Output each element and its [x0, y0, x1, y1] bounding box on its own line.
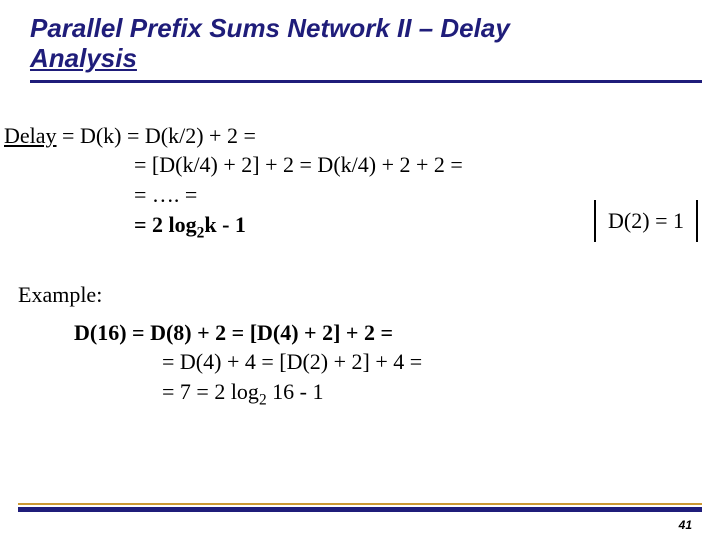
delay-line2: = [D(k/4) + 2] + 2 = D(k/4) + 2 + 2 = — [4, 150, 720, 180]
base-case-box: D(2) = 1 — [594, 200, 698, 242]
ex-l3b: 16 - 1 — [267, 379, 324, 404]
footer-thin-rule — [18, 503, 702, 505]
page-number: 41 — [679, 518, 692, 532]
slide-body: Delay = D(k) = D(k/2) + 2 = = [D(k/4) + … — [0, 83, 720, 412]
ex-l1: D(16) = D(8) + 2 = [D(4) + 2] + 2 = — [74, 320, 393, 345]
delay-l4a: = 2 log — [134, 212, 197, 237]
delay-l4b: k - 1 — [204, 212, 246, 237]
example-block: D(16) = D(8) + 2 = [D(4) + 2] + 2 = = D(… — [4, 318, 720, 412]
footer-rules — [18, 503, 702, 512]
ex-l3a: = 7 = 2 log — [162, 379, 259, 404]
slide-title: Parallel Prefix Sums Network II – Delay … — [0, 0, 720, 78]
example-line1: D(16) = D(8) + 2 = [D(4) + 2] + 2 = — [4, 318, 720, 348]
example-label: Example: — [4, 244, 720, 318]
title-line1: Parallel Prefix Sums Network II – Delay — [30, 13, 510, 43]
ex-l3sub: 2 — [259, 391, 267, 408]
footer-thick-rule — [18, 507, 702, 512]
delay-line1b: = D(k) = D(k/2) + 2 = — [57, 123, 256, 148]
title-line2: Analysis — [30, 43, 137, 73]
delay-line1: Delay = D(k) = D(k/2) + 2 = — [4, 123, 256, 148]
delay-word: Delay — [4, 123, 57, 148]
example-line2: = D(4) + 4 = [D(2) + 2] + 4 = — [4, 347, 720, 377]
example-line3: = 7 = 2 log2 16 - 1 — [4, 377, 720, 411]
